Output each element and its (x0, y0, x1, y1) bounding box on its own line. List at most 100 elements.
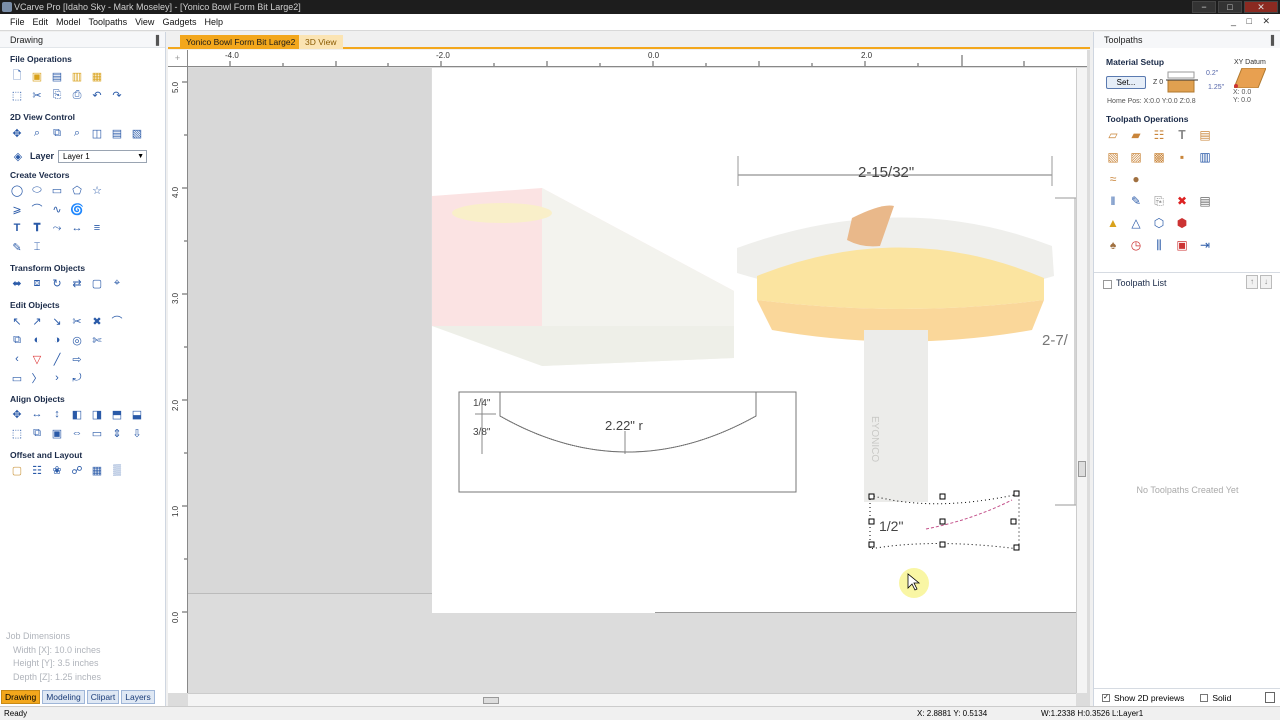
recalculate-icon[interactable]: ⬡ (1150, 215, 1168, 231)
bracket-icon[interactable]: 〉 (29, 370, 45, 386)
nesting-icon[interactable]: ▦ (89, 462, 105, 478)
close-vectors-icon[interactable]: ◎ (69, 332, 85, 348)
scissors-icon[interactable]: ✄ (89, 332, 105, 348)
align-h-center-icon[interactable]: ↔ (29, 406, 45, 422)
distribute-icon[interactable]: ▭ (89, 425, 105, 441)
template-icon[interactable]: ⬢ (1173, 215, 1191, 231)
menu-edit[interactable]: Edit (29, 17, 53, 27)
space-v-icon[interactable]: ⇕ (109, 425, 125, 441)
save-toolpath-icon[interactable]: ▣ (1173, 237, 1191, 253)
tab-layers[interactable]: Layers (121, 690, 155, 704)
trim-icon[interactable]: ✂ (69, 313, 85, 329)
undo-icon[interactable]: ↶ (89, 87, 105, 103)
maximize-button[interactable]: □ (1218, 1, 1242, 13)
import-bitmap-icon[interactable]: ▦ (89, 68, 105, 84)
measure-icon[interactable]: ⌶ (29, 239, 45, 255)
select-all-icon[interactable]: ⬚ (9, 87, 25, 103)
zoom-icon[interactable]: ⌕ (69, 125, 85, 141)
arc-icon[interactable]: ⌒ (29, 201, 45, 217)
select-icon[interactable]: ↖ (9, 313, 25, 329)
center-in-material-icon[interactable]: ⬚ (9, 425, 25, 441)
rotate-icon[interactable]: ↻ (49, 275, 65, 291)
node-edit-icon[interactable]: ↗ (29, 313, 45, 329)
minimize-button[interactable]: − (1192, 1, 1216, 13)
3d-roughing-icon[interactable]: ≈ (1104, 171, 1122, 187)
view-toggle-icon[interactable]: ▤ (109, 125, 125, 141)
set-size-icon[interactable]: ⧈ (29, 275, 45, 291)
pin-icon[interactable]: ▐ (1268, 32, 1274, 48)
interactive-select-icon[interactable]: ↘ (49, 313, 65, 329)
align-box-icon[interactable]: ▣ (49, 425, 65, 441)
menu-gadgets[interactable]: Gadgets (158, 17, 200, 27)
align-left-icon[interactable]: ◧ (69, 406, 85, 422)
handle-center[interactable] (939, 518, 946, 525)
move-icon[interactable]: ⬌ (9, 275, 25, 291)
handle-sw[interactable] (868, 541, 875, 548)
offset-icon[interactable]: ▢ (9, 462, 25, 478)
align-top-icon[interactable]: ⬒ (109, 406, 125, 422)
handle-s[interactable] (939, 541, 946, 548)
save-icon[interactable]: ▤ (49, 68, 65, 84)
preview-toolpath-icon[interactable]: ▲ (1104, 215, 1122, 231)
texture-toolpath-icon[interactable]: ▩ (1150, 149, 1168, 165)
delete-toolpath-icon[interactable]: ✖ (1173, 193, 1191, 209)
spiral-icon[interactable]: 🌀 (69, 201, 85, 217)
line-icon[interactable]: ╱ (49, 351, 65, 367)
toolpath-summary-icon[interactable]: ▤ (1196, 193, 1214, 209)
export-toolpath-icon[interactable]: ⇥ (1196, 237, 1214, 253)
preview-selected-icon[interactable]: △ (1127, 215, 1145, 231)
drill-toolpath-icon[interactable]: ☷ (1150, 127, 1168, 143)
cut-icon[interactable]: ✂ (29, 87, 45, 103)
intersect-icon[interactable]: ◑ (49, 332, 65, 348)
copy-toolpath-icon[interactable]: ⎘ (1150, 193, 1168, 209)
solid-checkbox[interactable] (1200, 693, 1209, 702)
curve-fit-icon[interactable]: ‹ (9, 351, 25, 367)
circular-array-icon[interactable]: ❀ (49, 462, 65, 478)
import-icon[interactable]: ▥ (69, 68, 85, 84)
move-up-icon[interactable]: ↑ (1246, 275, 1258, 289)
vertical-scrollbar[interactable] (1076, 68, 1087, 693)
view-split-icon[interactable]: ◫ (89, 125, 105, 141)
join-icon[interactable]: ✖ (89, 313, 105, 329)
toolpath-list-checkbox[interactable] (1103, 280, 1112, 289)
quick-engrave-icon[interactable]: ▤ (1196, 127, 1214, 143)
layer-select[interactable]: Layer 1 ▼ (58, 149, 148, 163)
prism-toolpath-icon[interactable]: ▪ (1173, 149, 1191, 165)
transform-center-icon[interactable]: ⌖ (109, 275, 125, 291)
arrow-right-icon[interactable]: ⇨ (69, 351, 85, 367)
time-estimate-icon[interactable]: ◷ (1127, 237, 1145, 253)
handle-ne[interactable] (1013, 490, 1020, 497)
merge-toolpaths-icon[interactable]: ⫼ (1150, 237, 1168, 253)
polygon-icon[interactable]: ⬠ (69, 182, 85, 198)
zoom-extents-icon[interactable]: ⧉ (49, 125, 65, 141)
mirror-icon[interactable]: ⇄ (69, 275, 85, 291)
layout-icon[interactable]: ▒ (109, 462, 125, 478)
text-box-icon[interactable]: 𝐓 (29, 220, 45, 236)
offset-shape-icon[interactable]: ▭ (9, 370, 25, 386)
polyline-icon[interactable]: ⩾ (9, 201, 25, 217)
distort-icon[interactable]: ▢ (89, 275, 105, 291)
close-button[interactable]: ✕ (1244, 1, 1278, 13)
array-copy-icon[interactable]: ☷ (29, 462, 45, 478)
show-2d-previews-checkbox[interactable]: ✓ (1102, 693, 1110, 702)
align-right-icon[interactable]: ◨ (89, 406, 105, 422)
view-3d-icon[interactable]: ▧ (129, 125, 145, 141)
zoom-box-icon[interactable]: ⌕ (29, 125, 45, 141)
align-center-icon[interactable]: ✥ (9, 406, 25, 422)
open-folder-icon[interactable]: ▣ (29, 68, 45, 84)
handle-w[interactable] (868, 518, 875, 525)
horizontal-scroll-thumb[interactable] (483, 697, 499, 704)
align-bottom-icon[interactable]: ⬓ (129, 406, 145, 422)
drawing-canvas[interactable]: + -4.0 -2.0 0.0 2.0 5.0 4.0 3.0 2.0 1.0 (168, 50, 1090, 706)
menu-view[interactable]: View (131, 17, 158, 27)
selected-vector[interactable] (925, 499, 1013, 530)
menu-file[interactable]: File (6, 17, 29, 27)
panel-options-icon[interactable] (1265, 692, 1275, 703)
inlay-toolpath-icon[interactable]: ▨ (1127, 149, 1145, 165)
paste-icon[interactable]: ⎙ (69, 87, 85, 103)
new-file-icon[interactable]: 🗋 (9, 68, 25, 84)
align-v-center-icon[interactable]: ↕ (49, 406, 65, 422)
pan-icon[interactable]: ✥ (9, 125, 25, 141)
chevron-right-icon[interactable]: › (49, 370, 65, 386)
tool-database-icon[interactable]: ♠ (1104, 237, 1122, 253)
